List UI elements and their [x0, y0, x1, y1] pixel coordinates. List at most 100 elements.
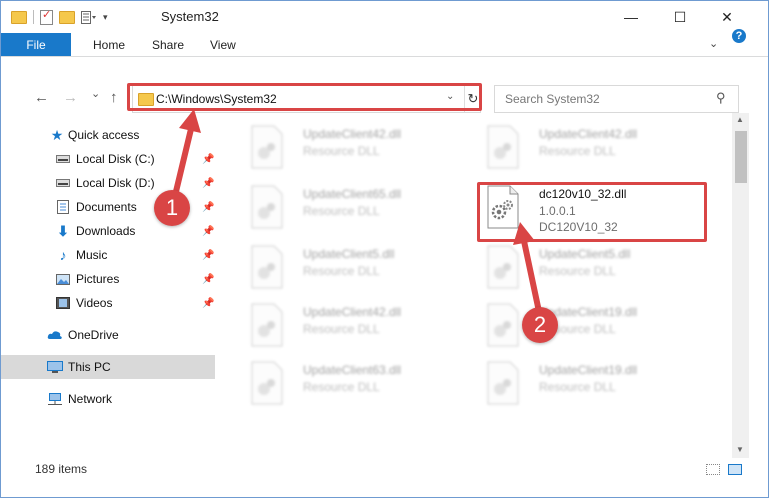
- file-description: Resource DLL: [303, 204, 380, 218]
- close-button[interactable]: ✕: [704, 1, 750, 33]
- dll-file-icon: [251, 185, 283, 229]
- pin-icon[interactable]: 📌: [202, 202, 214, 213]
- window-title: System32: [161, 9, 219, 24]
- large-icons-view-icon[interactable]: [728, 464, 742, 475]
- file-description: Resource DLL: [303, 144, 380, 158]
- drive-icon: [55, 176, 71, 190]
- sidebar-item-music[interactable]: ♪ Music 📌: [1, 243, 215, 267]
- file-item[interactable]: UpdateClient19.dll Resource DLL: [483, 301, 718, 357]
- file-name: UpdateClient5.dll: [539, 247, 631, 261]
- search-input[interactable]: [503, 90, 707, 108]
- sidebar-item-label: OneDrive: [68, 328, 119, 342]
- new-folder-icon[interactable]: [59, 10, 75, 24]
- sidebar-item-label: Music: [76, 248, 108, 262]
- tab-share[interactable]: Share: [152, 33, 184, 57]
- dll-file-icon: [487, 125, 519, 169]
- minimize-button[interactable]: —: [608, 1, 654, 33]
- sidebar-item-label: This PC: [68, 360, 111, 374]
- sidebar-item-videos[interactable]: Videos 📌: [1, 291, 215, 315]
- pin-icon[interactable]: 📌: [202, 226, 214, 237]
- scroll-up-icon[interactable]: ▲: [736, 115, 744, 124]
- file-item[interactable]: UpdateClient5.dll Resource DLL: [483, 243, 718, 299]
- address-highlight-box: [127, 83, 482, 111]
- file-item[interactable]: UpdateClient5.dll Resource DLL: [247, 243, 482, 299]
- file-item[interactable]: UpdateClient63.dll Resource DLL: [247, 359, 482, 415]
- sidebar-item-this-pc[interactable]: This PC: [1, 355, 215, 379]
- file-name: UpdateClient19.dll: [539, 363, 638, 377]
- cloud-icon: [47, 328, 63, 342]
- details-view-icon[interactable]: [706, 464, 720, 475]
- sidebar-item-label: Downloads: [76, 224, 136, 238]
- dll-file-icon: [487, 361, 519, 405]
- sidebar-item-label: Documents: [76, 200, 137, 214]
- sidebar-item-onedrive[interactable]: OneDrive: [1, 323, 215, 347]
- videos-icon: [55, 296, 71, 310]
- dll-file-icon: [487, 303, 519, 347]
- file-name: UpdateClient42.dll: [539, 127, 638, 141]
- computer-icon: [47, 360, 63, 374]
- customize-toolbar-icon[interactable]: ▾: [103, 12, 108, 23]
- sidebar-item-label: Local Disk (C:): [76, 152, 155, 166]
- sidebar-item-downloads[interactable]: ⬇ Downloads 📌: [1, 219, 215, 243]
- quick-access-toolbar: ▾: [11, 8, 108, 26]
- sidebar-item-label: Pictures: [76, 272, 120, 286]
- sidebar-item-quick-access[interactable]: ★ Quick access: [1, 123, 215, 147]
- sidebar-item-label: Quick access: [68, 128, 140, 142]
- status-bar: 189 items: [1, 458, 768, 480]
- pin-icon[interactable]: 📌: [202, 178, 214, 189]
- navigation-pane: ★ Quick access Local Disk (C:) 📌 Local D…: [1, 119, 215, 449]
- search-icon[interactable]: ⚲: [716, 90, 726, 106]
- view-icon[interactable]: [81, 10, 97, 24]
- up-button[interactable]: ↑: [110, 89, 118, 106]
- tab-view[interactable]: View: [210, 33, 236, 57]
- sidebar-item-label: Videos: [76, 296, 113, 310]
- file-item[interactable]: UpdateClient42.dll Resource DLL: [247, 301, 482, 357]
- callout-badge-1: 1: [154, 190, 190, 226]
- maximize-button[interactable]: ☐: [657, 1, 703, 33]
- download-icon: ⬇: [57, 222, 69, 239]
- ribbon-tabs: File Home Share View ⌄: [1, 33, 768, 57]
- documents-icon: [55, 200, 71, 214]
- ribbon-divider: [1, 56, 768, 57]
- search-box[interactable]: ⚲: [494, 85, 739, 113]
- dll-file-icon: [251, 125, 283, 169]
- file-description: Resource DLL: [303, 380, 380, 394]
- file-name: UpdateClient65.dll: [303, 187, 402, 201]
- pin-icon[interactable]: 📌: [202, 298, 214, 309]
- file-item[interactable]: UpdateClient42.dll Resource DLL: [247, 123, 482, 179]
- item-count: 189 items: [35, 462, 88, 476]
- file-name: UpdateClient42.dll: [303, 127, 402, 141]
- sidebar-item-pictures[interactable]: Pictures 📌: [1, 267, 215, 291]
- pin-icon[interactable]: 📌: [202, 274, 214, 285]
- network-icon: [47, 392, 63, 406]
- scroll-down-icon[interactable]: ▼: [736, 445, 744, 454]
- scrollbar-thumb[interactable]: [735, 131, 747, 183]
- drive-icon: [55, 152, 71, 166]
- properties-icon[interactable]: [40, 8, 53, 25]
- tab-home[interactable]: Home: [93, 33, 125, 57]
- dll-file-icon: [251, 245, 283, 289]
- file-description: Resource DLL: [303, 322, 380, 336]
- pictures-icon: [55, 272, 71, 286]
- file-item[interactable]: UpdateClient65.dll Resource DLL: [247, 183, 482, 239]
- expand-ribbon-icon[interactable]: ⌄: [709, 37, 718, 50]
- sidebar-item-local-disk-d[interactable]: Local Disk (D:) 📌: [1, 171, 215, 195]
- back-button[interactable]: ←: [34, 89, 49, 106]
- folder-icon: [11, 10, 27, 24]
- tab-file[interactable]: File: [1, 33, 71, 57]
- sidebar-item-network[interactable]: Network: [1, 387, 215, 411]
- file-item[interactable]: UpdateClient19.dll Resource DLL: [483, 359, 718, 415]
- file-description: Resource DLL: [303, 264, 380, 278]
- forward-button[interactable]: →: [63, 89, 78, 106]
- pin-icon[interactable]: 📌: [202, 154, 214, 165]
- file-description: Resource DLL: [539, 380, 616, 394]
- sidebar-item-label: Network: [68, 392, 113, 406]
- recent-locations-button[interactable]: ⌄: [91, 87, 100, 100]
- file-description: Resource DLL: [539, 144, 616, 158]
- title-bar: ▾ System32 — ☐ ✕: [1, 1, 768, 33]
- help-icon[interactable]: ?: [732, 29, 746, 43]
- sidebar-item-local-disk-c[interactable]: Local Disk (C:) 📌: [1, 147, 215, 171]
- file-name: UpdateClient5.dll: [303, 247, 395, 261]
- file-item[interactable]: UpdateClient42.dll Resource DLL: [483, 123, 718, 179]
- pin-icon[interactable]: 📌: [202, 250, 214, 261]
